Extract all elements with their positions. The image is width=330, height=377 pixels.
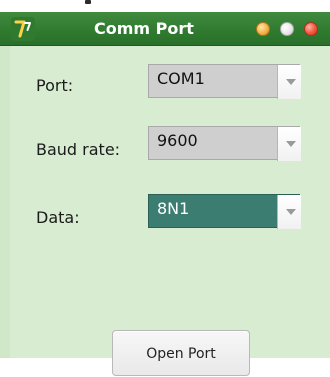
window-content: Port: COM1 Baud rate: 9600 Data: 8N1 Ope… [0,46,330,376]
port-value: COM1 [157,69,205,88]
title-bar[interactable]: Comm Port [0,12,330,46]
data-select[interactable]: 8N1 [148,194,301,229]
open-port-button[interactable]: Open Port [112,330,250,376]
window-title: Comm Port [94,19,194,38]
chevron-down-icon [286,209,296,215]
maximize-icon[interactable] [280,22,294,36]
app-icon [10,16,36,42]
port-label: Port: [36,76,74,95]
close-icon[interactable] [304,22,318,36]
chevron-down-icon [286,141,296,147]
data-value: 8N1 [157,199,190,218]
baud-rate-dropdown-button[interactable] [277,127,301,161]
data-label: Data: [36,208,80,227]
comm-port-window: Comm Port Port: COM1 Baud rate: 9600 Dat… [0,0,330,376]
baud-rate-label: Baud rate: [36,140,121,159]
top-edge-mark [85,0,91,4]
port-select[interactable]: COM1 [148,64,301,99]
chevron-down-icon [286,79,296,85]
minimize-icon[interactable] [256,22,270,36]
baud-rate-select[interactable]: 9600 [148,126,301,161]
port-dropdown-button[interactable] [277,65,301,99]
data-dropdown-button[interactable] [277,195,301,229]
baud-rate-value: 9600 [157,131,198,150]
